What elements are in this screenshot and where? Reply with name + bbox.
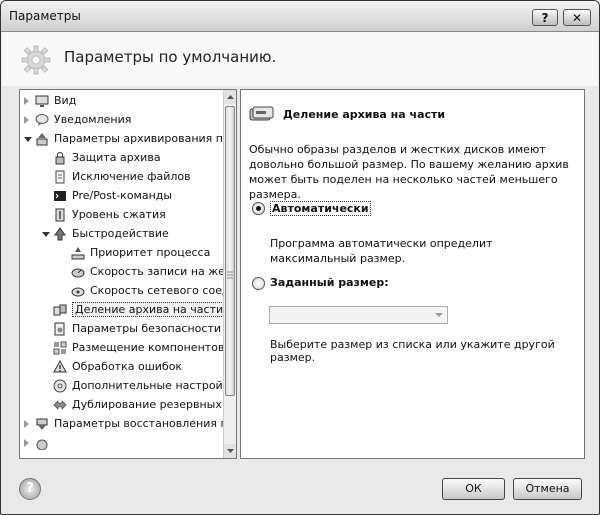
tree-item[interactable]: Защита архива: [20, 149, 223, 168]
tree-item[interactable]: [20, 434, 223, 453]
disc-icon: [53, 379, 67, 393]
collapsed-chevron-icon[interactable]: [24, 439, 29, 447]
console-icon: [54, 191, 66, 201]
tree-item-label: Pre/Post-команды: [72, 189, 173, 202]
tree-item-label: Размещение компонентов: [72, 341, 223, 354]
network-speed-icon: [71, 287, 85, 297]
size-combobox[interactable]: [269, 306, 448, 324]
warning-icon: [53, 360, 67, 373]
tree-item-label: Параметры восстановления по умолчанию: [54, 417, 223, 430]
partial-icon: [36, 439, 48, 450]
tree-item-label: Уведомления: [54, 113, 132, 126]
restore-icon: [36, 418, 48, 430]
ok-button[interactable]: ОК: [442, 478, 505, 500]
file-exclude-icon: [55, 170, 65, 184]
tree-item[interactable]: Обработка ошибок: [20, 358, 223, 377]
tree-item-label: Параметры архивирования по умолчанию: [54, 132, 223, 145]
dialog-header: Параметры по умолчанию.: [2, 32, 598, 86]
cancel-button[interactable]: Отмена: [513, 478, 582, 500]
split-archive-icon: [249, 106, 274, 121]
tree-item[interactable]: Параметры восстановления по умолчанию: [20, 415, 223, 434]
duplicate-icon: [53, 400, 67, 410]
title-bar: Параметры ? ✕: [1, 1, 599, 32]
tree-item[interactable]: Уведомления: [20, 111, 223, 130]
size-hint: Выберите размер из списка или укажите др…: [270, 338, 555, 364]
tree-item[interactable]: Вид: [20, 92, 223, 111]
scroll-thumb[interactable]: [225, 106, 235, 396]
tree-item[interactable]: Скорость сетевого соединения: [20, 282, 223, 301]
tree-item-label: Уровень сжатия: [72, 208, 166, 221]
panel-description: Обычно образы разделов и жестких дисков …: [249, 143, 569, 201]
tree-item[interactable]: Параметры безопасности файлов: [20, 320, 223, 339]
tree-item-label: Вид: [54, 94, 77, 107]
auto-radio[interactable]: [252, 202, 265, 215]
components-icon: [53, 341, 67, 355]
monitor-icon: [35, 95, 49, 107]
tree-item[interactable]: Дублирование резервных копий: [20, 396, 223, 415]
tree-item-label: Параметры безопасности файлов: [72, 322, 223, 335]
panel-title: Деление архива на части: [283, 108, 446, 121]
tree-items: Вид Уведомления Параметры архивирования по…: [20, 90, 223, 458]
chevron-down-icon[interactable]: [431, 307, 447, 323]
options-dialog: Параметры ? ✕ Параметры по умолчанию. Ви…: [0, 0, 600, 515]
disk-speed-icon: [71, 268, 85, 278]
tree-item[interactable]: Дополнительные настройки: [20, 377, 223, 396]
chevron-up-icon: [227, 95, 234, 99]
scroll-up-arrow[interactable]: [224, 90, 236, 104]
tree-item[interactable]: Исключение файлов: [20, 168, 223, 187]
window-title: Параметры: [9, 9, 81, 23]
chat-icon: [35, 114, 49, 126]
collapsed-chevron-icon[interactable]: [24, 97, 29, 105]
tree-item-label: Скорость записи на жесткий диск: [90, 265, 223, 278]
tree-item-label: Дополнительные настройки: [72, 379, 223, 392]
scroll-down-arrow[interactable]: [224, 444, 236, 458]
performance-icon: [54, 227, 66, 241]
tree-item[interactable]: Уровень сжатия: [20, 206, 223, 225]
expanded-chevron-icon[interactable]: [24, 137, 32, 142]
settings-panel: Деление архива на части Обычно образы ра…: [240, 89, 585, 459]
lock-icon: [55, 152, 65, 165]
close-button[interactable]: ✕: [563, 9, 591, 26]
archive-upload-icon: [36, 133, 48, 146]
tree-item[interactable]: Размещение компонентов: [20, 339, 223, 358]
chevron-down-icon: [227, 449, 234, 453]
file-security-icon: [54, 322, 65, 336]
grip-icon: [227, 271, 233, 279]
priority-icon: [71, 247, 85, 260]
tree-item-label: Дублирование резервных копий: [72, 398, 223, 411]
tree-item[interactable]: Быстродействие: [20, 225, 223, 244]
split-archive-icon: [53, 304, 67, 316]
custom-size-radio[interactable]: [252, 277, 265, 290]
compression-icon: [55, 208, 65, 222]
gear-icon: [21, 45, 51, 75]
help-icon[interactable]: ?: [19, 478, 41, 500]
custom-size-label[interactable]: Заданный размер:: [270, 276, 389, 289]
collapsed-chevron-icon[interactable]: [24, 420, 29, 428]
tree-item[interactable]: Приоритет процесса: [20, 244, 223, 263]
tree-item-label: Исключение файлов: [72, 170, 191, 183]
options-tree: Вид Уведомления Параметры архивирования по…: [19, 89, 237, 459]
tree-scrollbar[interactable]: [223, 90, 236, 458]
help-button[interactable]: ?: [532, 9, 558, 26]
tree-item[interactable]: Скорость записи на жесткий диск: [20, 263, 223, 282]
auto-radio-label[interactable]: Автоматически: [270, 201, 371, 216]
tree-item[interactable]: Pre/Post-команды: [20, 187, 223, 206]
tree-item-label: Защита архива: [72, 151, 161, 164]
auto-description: Программа автоматически определит максим…: [270, 237, 493, 265]
tree-item-label: Обработка ошибок: [72, 360, 183, 373]
page-title: Параметры по умолчанию.: [64, 48, 277, 66]
tree-item[interactable]: Деление архива на части: [20, 301, 223, 320]
tree-item-label: Быстродействие: [72, 227, 169, 240]
expanded-chevron-icon[interactable]: [42, 232, 50, 237]
tree-item[interactable]: Параметры архивирования по умолчанию: [20, 130, 223, 149]
tree-item-label: Скорость сетевого соединения: [90, 284, 223, 297]
collapsed-chevron-icon[interactable]: [24, 116, 29, 124]
tree-item-label: Приоритет процесса: [90, 246, 211, 259]
tree-item-label: Деление архива на части: [72, 302, 223, 317]
